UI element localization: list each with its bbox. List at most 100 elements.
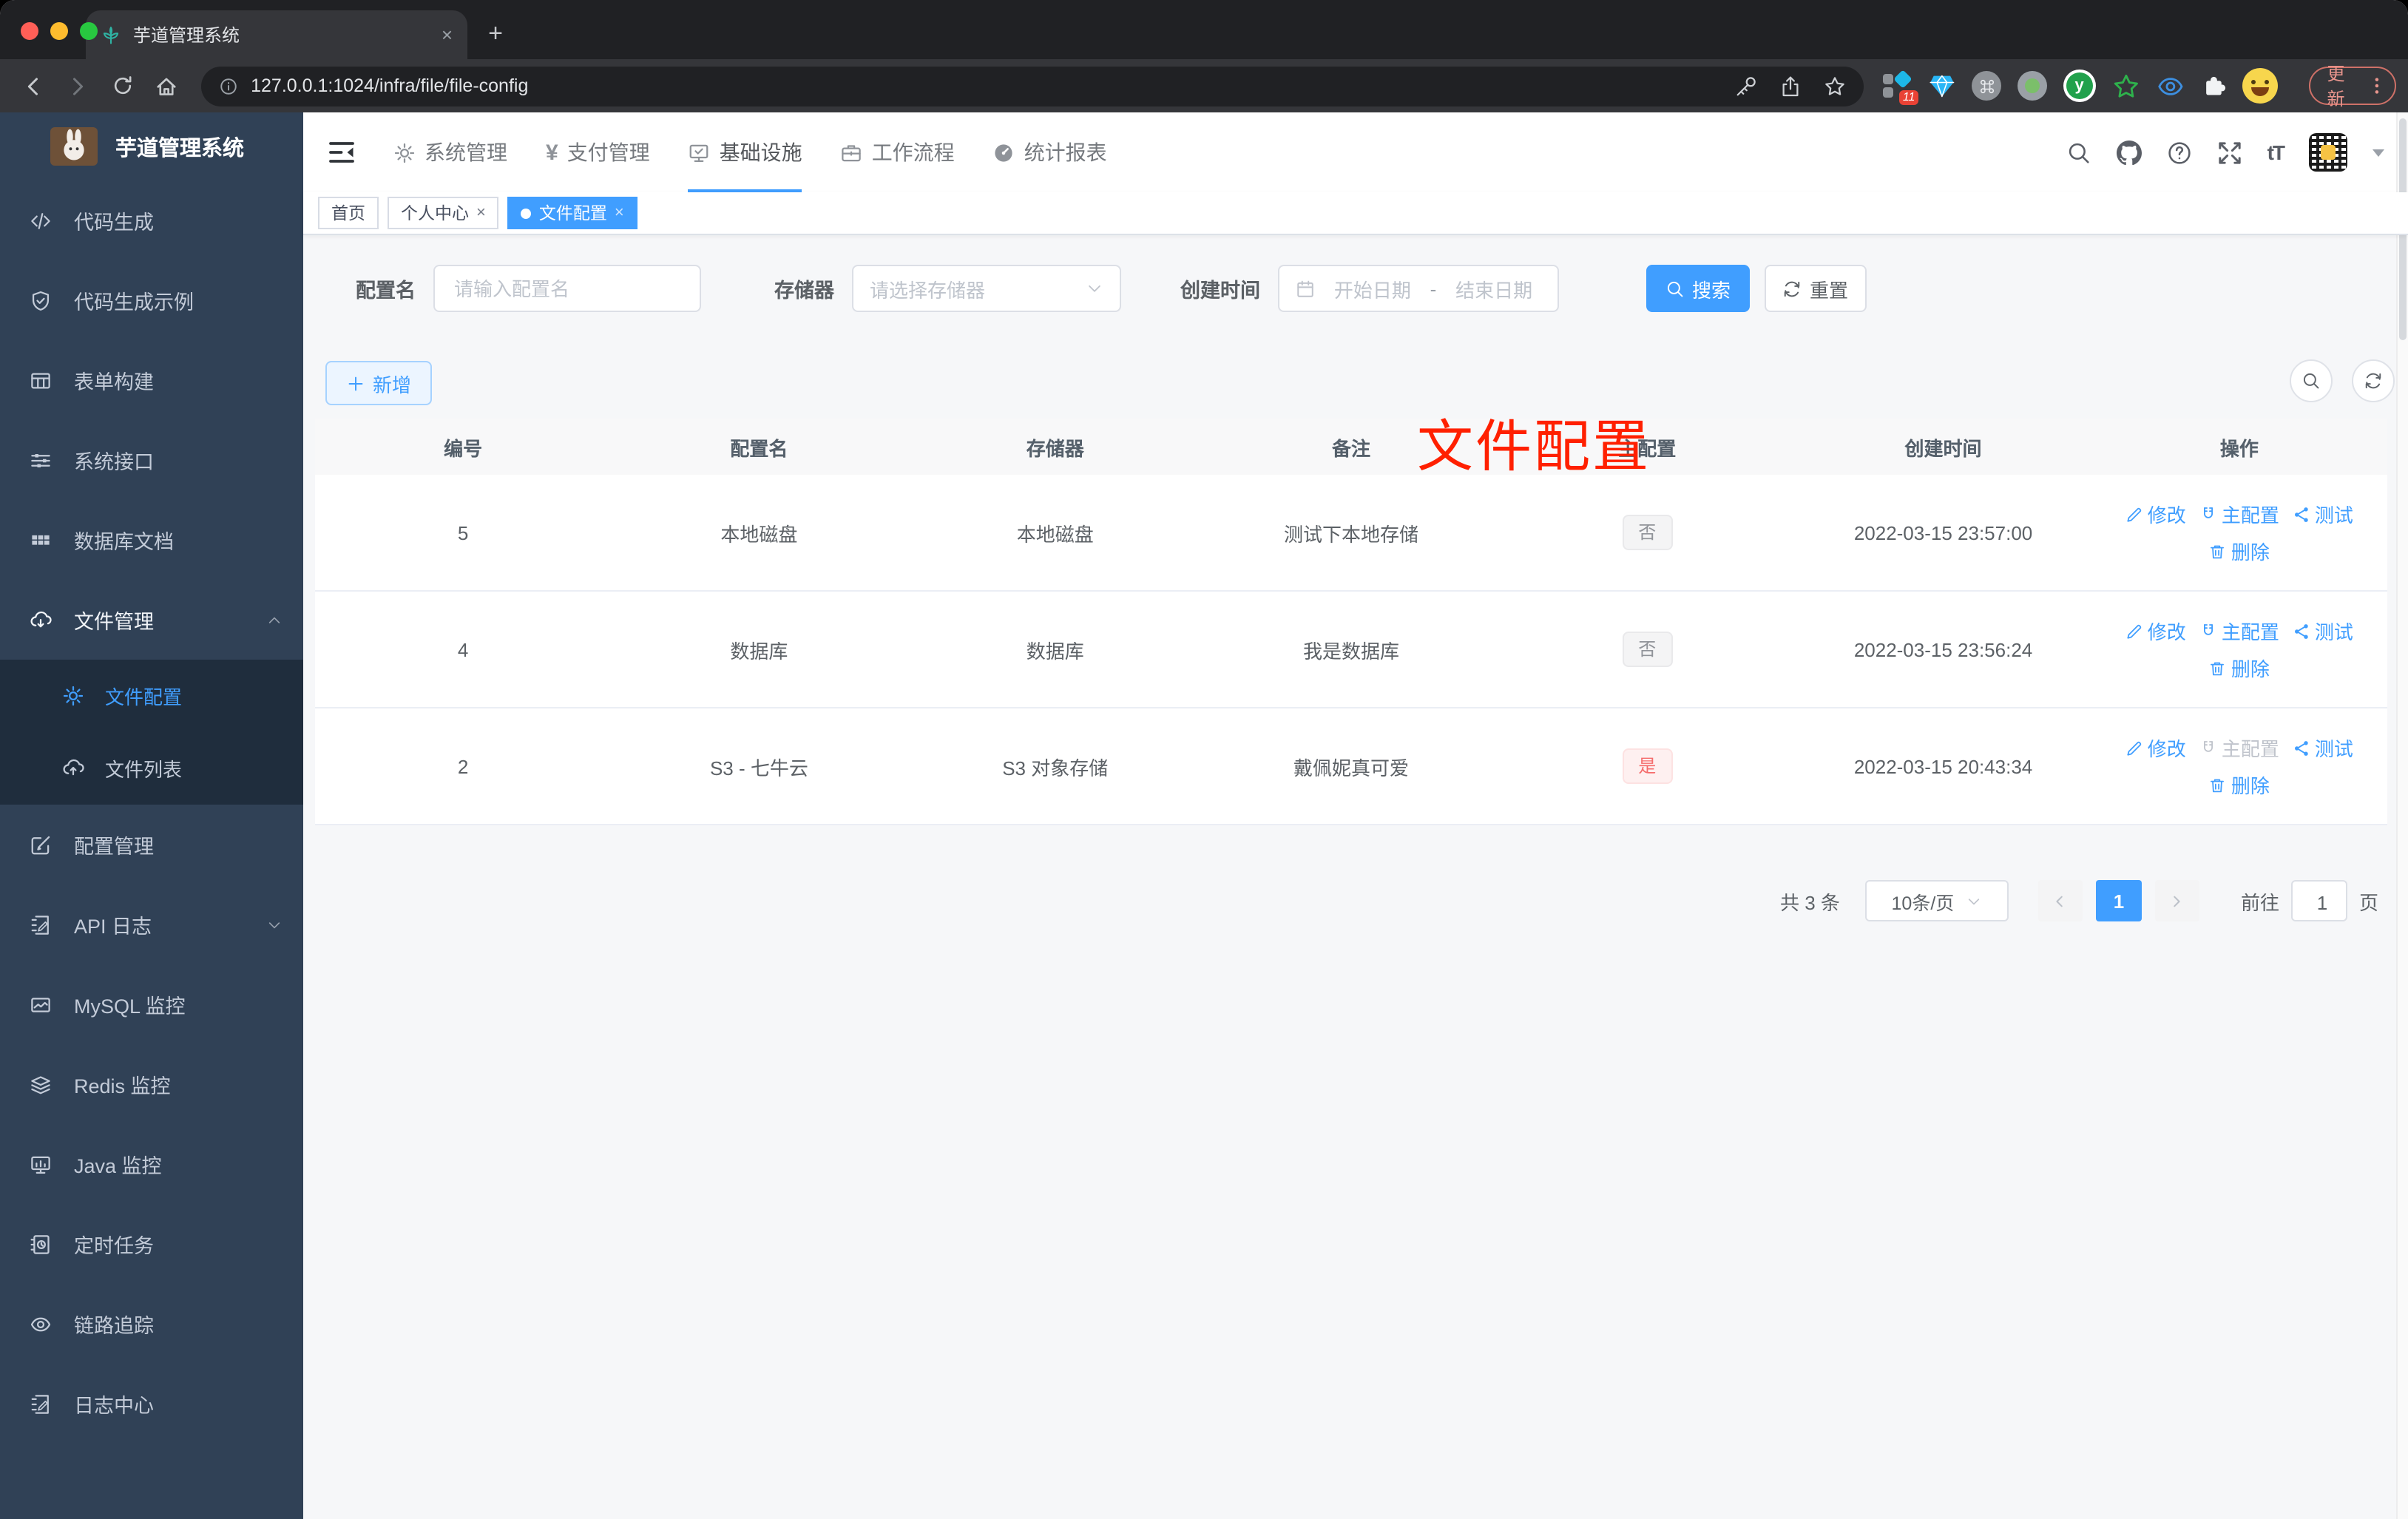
filter-form: 配置名 存储器 请选择存储器 创建时间 开始日期 -: [315, 265, 1867, 312]
page-number-current[interactable]: 1: [2095, 880, 2142, 921]
back-button[interactable]: [12, 65, 56, 106]
extension-blocks-icon[interactable]: 11: [1883, 70, 1919, 105]
sidebar-subitem-file-config[interactable]: 文件配置: [0, 660, 303, 732]
table-refresh-button[interactable]: [2352, 359, 2395, 402]
browser-tabstrip: 芋道管理系统 × +: [0, 0, 2408, 59]
sidebar-item-form-builder[interactable]: 表单构建: [0, 340, 303, 420]
site-info-icon[interactable]: [218, 76, 237, 95]
pencil-icon: [2125, 622, 2143, 640]
search-button[interactable]: 搜索: [1646, 265, 1750, 312]
goto-page-field[interactable]: [2290, 880, 2352, 923]
table-search-toggle-button[interactable]: [2290, 359, 2333, 402]
github-icon[interactable]: [2117, 140, 2142, 165]
test-link[interactable]: 测试: [2293, 617, 2353, 645]
extension-gem-icon[interactable]: [1929, 72, 1955, 99]
sidebar-item-file-management[interactable]: 文件管理: [0, 580, 303, 660]
sidebar-item-scheduled-tasks[interactable]: 定时任务: [0, 1204, 303, 1284]
sidebar-item-code-gen[interactable]: 代码生成: [0, 180, 303, 260]
master-tag: 否: [1622, 515, 1673, 550]
test-link[interactable]: 测试: [2293, 500, 2353, 528]
share-icon[interactable]: [1780, 75, 1802, 97]
close-icon[interactable]: ×: [615, 204, 624, 222]
edit-link[interactable]: 修改: [2125, 734, 2186, 762]
sidebar-fold-icon[interactable]: [327, 138, 356, 167]
sidebar-logo[interactable]: 芋道管理系统: [0, 112, 303, 180]
fullscreen-icon[interactable]: [2217, 140, 2242, 165]
prev-page-button[interactable]: [2037, 880, 2083, 921]
add-button[interactable]: 新增: [325, 361, 432, 405]
extensions-puzzle-icon[interactable]: [2200, 72, 2227, 99]
delete-link[interactable]: 删除: [2209, 537, 2270, 565]
active-dot: [521, 208, 532, 218]
address-bar[interactable]: 127.0.0.1:1024/infra/file/file-config: [200, 66, 1864, 106]
storage-select[interactable]: 请选择存储器: [852, 265, 1121, 312]
sidebar-subitem-file-list[interactable]: 文件列表: [0, 732, 303, 805]
reload-button[interactable]: [101, 65, 145, 106]
nav-infrastructure[interactable]: 基础设施: [669, 112, 822, 192]
url-text[interactable]: 127.0.0.1:1024/infra/file/file-config: [251, 75, 528, 96]
browser-tab[interactable]: 芋道管理系统 ×: [86, 10, 467, 59]
password-key-icon[interactable]: [1736, 75, 1758, 97]
config-name-input[interactable]: [451, 276, 683, 301]
bookmark-star-icon[interactable]: [1824, 75, 1847, 97]
browser-menu-dots-icon[interactable]: [2367, 75, 2387, 96]
sidebar-item-config-management[interactable]: 配置管理: [0, 805, 303, 884]
sidebar-item-api-log[interactable]: API 日志: [0, 884, 303, 964]
delete-link[interactable]: 删除: [2209, 771, 2270, 799]
nav-system-management[interactable]: 系统管理: [374, 112, 527, 192]
reset-button[interactable]: 重置: [1765, 265, 1867, 312]
user-avatar[interactable]: [2309, 133, 2347, 172]
plus-icon: [346, 373, 365, 393]
test-link[interactable]: 测试: [2293, 734, 2353, 762]
sidebar-item-code-gen-example[interactable]: 代码生成示例: [0, 260, 303, 340]
sidebar-item-log-center[interactable]: 日志中心: [0, 1364, 303, 1444]
nav-statistics-report[interactable]: 统计报表: [974, 112, 1126, 192]
tag-tab-file-config[interactable]: 文件配置 ×: [507, 197, 637, 229]
sidebar-item-java-monitor[interactable]: Java 监控: [0, 1124, 303, 1204]
sidebar-item-redis-monitor[interactable]: Redis 监控: [0, 1044, 303, 1124]
edit-link[interactable]: 修改: [2125, 500, 2186, 528]
home-button[interactable]: [144, 65, 189, 106]
sidebar-item-trace[interactable]: 链路追踪: [0, 1284, 303, 1364]
sidebar-item-mysql-monitor[interactable]: MySQL 监控: [0, 964, 303, 1044]
new-tab-button[interactable]: +: [476, 15, 515, 53]
extension-eye-icon[interactable]: [2156, 72, 2184, 100]
extension-y-icon[interactable]: y: [2063, 70, 2096, 102]
nav-workflow[interactable]: 工作流程: [822, 112, 974, 192]
nav-payment-management[interactable]: ¥ 支付管理: [527, 112, 669, 192]
minimize-window-button[interactable]: [50, 22, 68, 40]
sidebar-item-system-api[interactable]: 系统接口: [0, 420, 303, 500]
avatar-caret-down-icon[interactable]: [2373, 149, 2384, 156]
forward-button[interactable]: [56, 65, 101, 106]
tag-tab-home[interactable]: 首页: [318, 197, 379, 229]
cell-created: 2022-03-15 23:57:00: [1853, 521, 2033, 544]
tab-close-icon[interactable]: ×: [442, 24, 453, 46]
extension-gray-green-icon[interactable]: [2017, 71, 2047, 101]
browser-update-button[interactable]: 更新: [2309, 64, 2397, 109]
start-date-placeholder[interactable]: 开始日期: [1325, 274, 1420, 302]
config-name-field[interactable]: [433, 265, 701, 312]
master-config-link[interactable]: 主配置: [2199, 617, 2279, 645]
extension-command-icon[interactable]: [1972, 71, 2001, 101]
profile-avatar-emoji[interactable]: [2242, 68, 2279, 104]
tag-tab-profile[interactable]: 个人中心 ×: [388, 197, 499, 229]
extension-star-icon[interactable]: [2111, 72, 2140, 100]
search-icon[interactable]: [2066, 140, 2091, 165]
end-date-placeholder[interactable]: 结束日期: [1447, 274, 1541, 302]
scrollbar[interactable]: [2396, 112, 2408, 1519]
edit-link[interactable]: 修改: [2125, 617, 2186, 645]
page-size-select[interactable]: 10条/页: [1864, 880, 2009, 921]
close-icon[interactable]: ×: [476, 204, 486, 222]
date-range-picker[interactable]: 开始日期 - 结束日期: [1278, 265, 1559, 312]
help-question-icon[interactable]: [2167, 140, 2192, 165]
share-icon: [2293, 739, 2310, 757]
master-config-link[interactable]: 主配置: [2199, 500, 2279, 528]
sidebar-item-db-doc[interactable]: 数据库文档: [0, 500, 303, 580]
delete-link[interactable]: 删除: [2209, 654, 2270, 682]
cell-storage: 本地磁盘: [1016, 523, 1094, 545]
goto-page-input[interactable]: [2292, 882, 2352, 923]
maximize-window-button[interactable]: [80, 22, 98, 40]
close-window-button[interactable]: [21, 22, 38, 40]
text-size-icon[interactable]: tT: [2267, 141, 2285, 164]
next-page-button[interactable]: [2154, 880, 2199, 921]
